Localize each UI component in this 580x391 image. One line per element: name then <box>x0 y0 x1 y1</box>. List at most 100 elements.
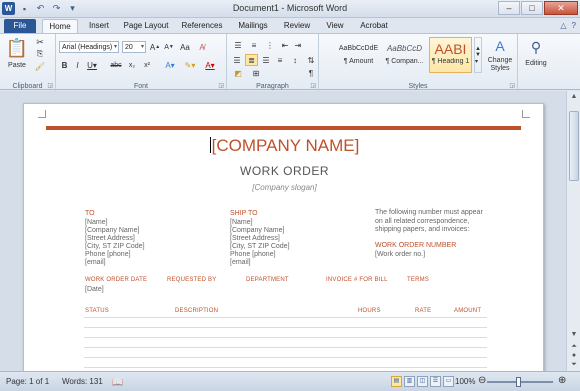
styles-scroll-icon[interactable]: ▲ ▼ ▾ <box>474 37 482 73</box>
subscript-button[interactable]: x₂ <box>126 59 138 71</box>
to-line[interactable]: [Company Name] <box>85 227 139 235</box>
styles-launcher-icon[interactable]: ◲ <box>509 82 515 89</box>
italic-button[interactable]: I <box>72 59 83 71</box>
tab-home[interactable]: Home <box>42 19 78 34</box>
correspondence-note: The following number must appear on all … <box>375 209 483 233</box>
column-header: INVOICE # FOR BILL <box>326 277 388 283</box>
to-line[interactable]: Phone [phone] <box>85 251 131 259</box>
print-layout-icon[interactable]: ▤ <box>391 376 402 387</box>
underline-button[interactable]: U▾ <box>85 59 99 71</box>
align-center-icon[interactable]: ≣ <box>245 54 258 66</box>
to-line[interactable]: [City, ST ZIP Code] <box>85 243 145 251</box>
work-order-number-value[interactable]: [Work order no.] <box>375 251 425 259</box>
ship-to-line[interactable]: [email] <box>230 259 251 267</box>
zoom-level[interactable]: 100% <box>455 377 475 386</box>
scroll-up-icon[interactable]: ▲ <box>567 93 580 103</box>
to-line[interactable]: [email] <box>85 259 106 267</box>
next-page-icon[interactable]: ⏷ <box>567 361 580 371</box>
change-case-icon[interactable]: Aa <box>179 41 191 53</box>
font-color-icon[interactable]: A▾ <box>202 59 218 71</box>
font-launcher-icon[interactable]: ◲ <box>218 82 224 89</box>
style-name: ¶ Compan... <box>385 58 424 65</box>
shrink-font-icon[interactable]: A ▼ <box>163 41 175 53</box>
tab-insert[interactable]: Insert <box>82 19 116 34</box>
decrease-indent-icon[interactable]: ⇤ <box>279 39 291 51</box>
bullets-icon[interactable]: ☰ <box>231 39 245 51</box>
company-slogan[interactable]: [Company slogan] <box>24 183 545 192</box>
highlight-icon[interactable]: ✎▾ <box>182 59 198 71</box>
tab-references[interactable]: References <box>178 19 226 34</box>
zoom-out-icon[interactable]: ⊖ <box>478 375 486 386</box>
to-line[interactable]: [Street Address] <box>85 235 135 243</box>
tab-view[interactable]: View <box>320 19 350 34</box>
shading-icon[interactable]: ◩ <box>231 68 245 78</box>
tab-file[interactable]: File <box>4 19 36 34</box>
proofing-icon[interactable]: 📖 <box>112 377 123 388</box>
font-group: Arial (Headings) ▾ 20 ▾ A ▲ A ▼ Aa A̸ B I U▾… <box>56 34 227 91</box>
close-button[interactable]: ✕ <box>544 1 578 15</box>
font-size-combo[interactable]: 20 ▾ <box>122 41 146 53</box>
change-styles-icon[interactable]: A <box>485 37 515 55</box>
ship-to-line[interactable]: [City, ST ZIP Code] <box>230 243 290 251</box>
tab-acrobat[interactable]: Acrobat <box>355 19 393 34</box>
ship-to-line[interactable]: Phone [phone] <box>230 251 276 259</box>
document-page[interactable]: [COMPANY NAME] WORK ORDER [Company sloga… <box>23 103 544 371</box>
sort-icon[interactable]: ⇅ <box>305 54 317 66</box>
draft-icon[interactable]: ▭ <box>443 376 454 387</box>
company-name[interactable]: [COMPANY NAME] <box>24 136 545 156</box>
numbering-icon[interactable]: ≡ <box>247 39 261 51</box>
word-count[interactable]: Words: 131 <box>62 377 103 386</box>
work-order-date-value[interactable]: [Date] <box>85 286 104 294</box>
ship-to-line[interactable]: [Company Name] <box>230 227 284 235</box>
help-icon[interactable]: ? <box>572 21 576 30</box>
paragraph-launcher-icon[interactable]: ◲ <box>310 82 316 89</box>
full-screen-reading-icon[interactable]: ▥ <box>404 376 415 387</box>
cut-icon[interactable]: ✂ <box>34 37 46 47</box>
copy-icon[interactable]: ⎘ <box>34 49 46 59</box>
clipboard-launcher-icon[interactable]: ◲ <box>47 82 53 89</box>
align-right-icon[interactable]: ☰ <box>260 54 272 66</box>
format-painter-icon[interactable]: 🖌 <box>34 61 46 71</box>
increase-indent-icon[interactable]: ⇥ <box>292 39 304 51</box>
zoom-slider-thumb[interactable] <box>516 377 521 387</box>
paste-label[interactable]: Paste <box>3 60 31 70</box>
paste-icon[interactable]: 📋 <box>6 37 28 59</box>
strikethrough-button[interactable]: abc <box>109 59 123 71</box>
style-company[interactable]: AaBbCcD ¶ Compan... <box>383 37 426 73</box>
justify-icon[interactable]: ≡ <box>274 54 286 66</box>
ship-to-line[interactable]: [Street Address] <box>230 235 280 243</box>
minimize-ribbon-icon[interactable]: △ <box>560 21 566 30</box>
align-left-icon[interactable]: ☰ <box>231 54 243 66</box>
style-amount[interactable]: AaBbCcDdE ¶ Amount <box>337 37 380 73</box>
maximize-button[interactable]: □ <box>521 1 543 15</box>
text-effects-icon[interactable]: A▾ <box>162 59 178 71</box>
bold-button[interactable]: B <box>59 59 70 71</box>
binoculars-icon[interactable]: ⚲ <box>522 37 550 57</box>
scroll-thumb[interactable] <box>569 111 579 181</box>
tab-mailings[interactable]: Mailings <box>233 19 273 34</box>
borders-icon[interactable]: ⊞ <box>249 68 263 78</box>
clear-formatting-icon[interactable]: A̸ <box>196 41 208 53</box>
superscript-button[interactable]: x² <box>141 59 153 71</box>
status-bar: Page: 1 of 1 Words: 131 📖 ▤ ▥ ◫ ☰ ▭ 100%… <box>0 371 580 391</box>
web-layout-icon[interactable]: ◫ <box>417 376 428 387</box>
grow-font-icon[interactable]: A ▲ <box>149 41 161 53</box>
tab-page-layout[interactable]: Page Layout <box>119 19 173 34</box>
editing-button[interactable]: Editing <box>518 58 554 68</box>
show-marks-icon[interactable]: ¶ <box>305 68 317 78</box>
page-count[interactable]: Page: 1 of 1 <box>6 377 49 386</box>
vertical-scrollbar[interactable]: ▲ ▼ ⏶ ● ⏷ <box>566 91 580 371</box>
change-styles-label[interactable]: Change Styles <box>482 56 518 74</box>
font-name-combo[interactable]: Arial (Headings) ▾ <box>59 41 119 53</box>
multilevel-list-icon[interactable]: ⋮ <box>263 39 277 51</box>
to-line[interactable]: [Name] <box>85 219 108 227</box>
ship-to-line[interactable]: [Name] <box>230 219 253 227</box>
font-size-value: 20 <box>125 44 133 51</box>
minimize-button[interactable]: – <box>498 1 520 15</box>
line-spacing-icon[interactable]: ↕ <box>288 54 302 66</box>
tab-review[interactable]: Review <box>279 19 315 34</box>
outline-icon[interactable]: ☰ <box>430 376 441 387</box>
scroll-down-icon[interactable]: ▼ <box>567 331 580 341</box>
style-heading-1[interactable]: AABI ¶ Heading 1 <box>429 37 472 73</box>
zoom-in-icon[interactable]: ⊕ <box>558 375 566 386</box>
